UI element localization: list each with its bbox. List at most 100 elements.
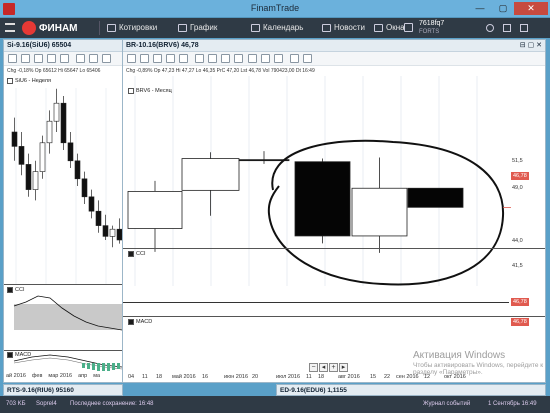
zoom-icon[interactable]	[102, 54, 111, 63]
calendar-icon	[251, 23, 260, 32]
grid-icon[interactable]	[76, 54, 85, 63]
exit-icon[interactable]	[520, 24, 528, 32]
nav-item-label: Окна	[386, 23, 405, 32]
settings-icon[interactable]	[34, 54, 43, 63]
x-tick: 20	[252, 374, 259, 380]
zoom-in-button[interactable]: +	[329, 363, 338, 372]
server-status: Soprel4	[36, 401, 57, 407]
text-tool-icon[interactable]	[89, 54, 98, 63]
panel-title: Si-9.16(SiU6) 65504	[4, 40, 122, 52]
nav-item-news[interactable]: Новости	[322, 23, 365, 32]
watermark-subtitle: Чтобы активировать Windows, перейдите к …	[413, 362, 544, 376]
crosshair-icon[interactable]	[274, 54, 283, 63]
new-chart-icon[interactable]	[8, 54, 17, 63]
left-x-axis: ай 2016 фев мар 2016 апр ма	[6, 373, 122, 382]
chart-toolbar	[123, 52, 545, 66]
x-tick: июн 2016	[224, 374, 248, 380]
panel-title-text: BR-10.16(BRV6) 46,78	[126, 42, 199, 49]
panel-tab-rts[interactable]: RTS-9.16(RIU6) 95160	[3, 384, 123, 396]
user-icon[interactable]	[486, 24, 494, 32]
text-tool-icon[interactable]	[208, 54, 217, 63]
candle-body	[407, 187, 464, 208]
account-info[interactable]: 7618fq7 FORTS	[419, 20, 444, 36]
pane-color-swatch	[128, 319, 134, 325]
minimize-button[interactable]: —	[469, 2, 491, 15]
macd-line	[13, 354, 122, 368]
candle-type-icon[interactable]	[140, 54, 149, 63]
line-tool-icon[interactable]	[60, 54, 69, 63]
news-icon	[322, 23, 331, 32]
candle-body	[127, 191, 183, 229]
scale-icon[interactable]	[234, 54, 243, 63]
status-bar: 703 KБ Soprel4 Последнее сохранение: 16:…	[0, 396, 550, 413]
x-tick: апр	[78, 373, 88, 379]
x-tick: июл 2016	[276, 374, 301, 380]
event-log-link[interactable]: Журнал событий	[423, 401, 470, 407]
pane-divider	[123, 316, 545, 317]
candle-body	[53, 102, 60, 122]
y-tick: 41,5	[512, 263, 523, 269]
finam-logo: ФИНАМ	[22, 21, 78, 35]
y-tick: 51,5	[512, 158, 523, 164]
x-tick: мар 2016	[48, 373, 73, 379]
candle-body	[67, 142, 74, 162]
account-market: FORTS	[419, 29, 440, 35]
scroll-right-button[interactable]: ▸	[339, 363, 348, 372]
new-chart-icon[interactable]	[127, 54, 136, 63]
nav-item-label: График	[190, 23, 218, 32]
x-tick: 15	[370, 374, 377, 380]
hamburger-icon[interactable]	[5, 23, 15, 32]
x-tick: ма	[93, 373, 101, 379]
grid-icon[interactable]	[195, 54, 204, 63]
panel-window-controls[interactable]: ⊟ ▢ ✕	[520, 41, 542, 49]
briefcase-icon	[404, 23, 413, 32]
x-tick: 18	[156, 374, 163, 380]
candle-body	[74, 160, 81, 180]
nav-item-quotes[interactable]: Котировки	[107, 23, 157, 32]
pane-label-text: MACD	[136, 319, 153, 325]
line-tool-icon[interactable]	[179, 54, 188, 63]
zoom-out-button[interactable]: −	[309, 363, 318, 372]
pane-label-text: CCI	[136, 251, 146, 257]
panel-title: BR-10.16(BRV6) 46,78 ⊟ ▢ ✕	[123, 40, 545, 52]
main-candle-chart[interactable]	[123, 76, 546, 286]
candle-body	[102, 225, 109, 237]
nav-item-windows[interactable]: Окна	[374, 23, 405, 32]
chart-icon	[178, 23, 187, 32]
cursor-icon[interactable]	[290, 54, 299, 63]
candle-type-icon[interactable]	[21, 54, 30, 63]
pane-divider	[123, 248, 545, 249]
nav-item-chart[interactable]: График	[178, 23, 217, 32]
quote-info: Chg -0,18% Op 65612 Hi 65647 Lo 65406	[4, 66, 122, 76]
close-button[interactable]: ✕	[514, 2, 548, 15]
settings-icon[interactable]	[503, 24, 511, 32]
finam-logo-mark	[22, 21, 36, 35]
indicator-icon[interactable]	[166, 54, 175, 63]
chart-panel-br: BR-10.16(BRV6) 46,78 ⊟ ▢ ✕ Chg -0,89% Op…	[122, 39, 546, 383]
quote-info: Chg -0,89% Op 47,23 Hi 47,27 Lo 46,35 Pr…	[123, 66, 545, 76]
indicator-icon[interactable]	[47, 54, 56, 63]
candle-body	[11, 131, 18, 147]
left-price-chart[interactable]	[4, 76, 123, 284]
pane-divider	[4, 284, 122, 285]
x-tick: 18	[318, 374, 325, 380]
measure-icon[interactable]	[248, 54, 257, 63]
nav-item-calendar[interactable]: Календарь	[251, 23, 303, 32]
cci-band	[14, 304, 122, 330]
hand-tool-icon[interactable]	[303, 54, 312, 63]
settings-icon[interactable]	[153, 54, 162, 63]
left-cci-chart	[13, 295, 122, 331]
x-tick: 16	[202, 374, 209, 380]
window-title: FinamTrade	[250, 3, 300, 13]
left-macd-chart	[13, 354, 122, 371]
maximize-button[interactable]: ▢	[492, 2, 514, 15]
chart-scroll-controls: − ◂ + ▸	[309, 363, 348, 372]
main-navbar: ФИНАМ Котировки График Календарь Новости…	[0, 18, 550, 38]
scroll-left-button[interactable]: ◂	[319, 363, 328, 372]
fib-tool-icon[interactable]	[261, 54, 270, 63]
panel-tab-ed[interactable]: ED-9.16(EDU6) 1,1155	[276, 384, 546, 396]
cci-zero-line	[123, 302, 509, 303]
cci-price-tag: 46,78	[511, 298, 529, 306]
zoom-icon[interactable]	[221, 54, 230, 63]
last-price-tag: 46,78	[511, 172, 529, 180]
